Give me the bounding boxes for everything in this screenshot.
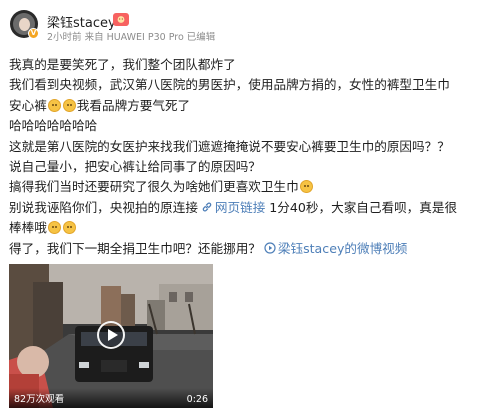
link-icon	[202, 202, 212, 212]
video-link[interactable]: 梁钰stacey的微博视频	[261, 240, 408, 256]
text-line: 说自己量小，把安心裤让给同事了的原因吗？	[9, 158, 261, 174]
level-badge-icon	[113, 13, 129, 26]
text-line: 得了，我们下一期全捐卫生巾吧？还能挪用？ 梁钰stacey的微博视频	[9, 239, 471, 259]
post-meta: 2小时前 来自 HUAWEI P30 Pro 已编辑	[47, 32, 216, 43]
text-line: 这就是第八医院的女医护来找我们遮遮掩掩说不要安心裤要卫生巾的原因吗？？	[9, 138, 450, 154]
text-segment: 别说我诬陷你们，央视拍的原连接	[9, 199, 198, 215]
smile-emoji-icon	[62, 221, 76, 235]
text-segment: 1分40秒，大家自己看呗，真是很	[265, 199, 458, 215]
text-line: 别说我诬陷你们，央视拍的原连接 网页链接 1分40秒，大家自己看呗，真是很	[9, 198, 471, 218]
video-player[interactable]: 82万次观看 0:26	[9, 264, 213, 408]
text-segment: 安心裤	[9, 97, 47, 113]
play-icon[interactable]	[97, 321, 125, 349]
vip-badge-icon: V	[28, 28, 39, 39]
video-link-label: 梁钰stacey的微博视频	[277, 240, 408, 256]
text-segment: 棒棒哦	[9, 220, 47, 236]
text-segment: 得了，我们下一期全捐卫生巾吧？还能挪用？	[9, 240, 261, 256]
text-line: 安心裤 我看品牌方要气死了	[9, 96, 471, 116]
smile-emoji-icon	[62, 98, 76, 112]
text-line: 我真的是要笑死了，我们整个团队都炸了	[9, 57, 236, 72]
video-duration: 0:26	[186, 394, 208, 405]
text-line: 棒棒哦	[9, 218, 471, 238]
smile-emoji-icon	[47, 98, 61, 112]
smile-emoji-icon	[299, 180, 313, 194]
post-content: 我真的是要笑死了，我们整个团队都炸了 我们看到央视频，武汉第八医院的男医护，使用…	[9, 55, 471, 259]
smile-emoji-icon	[47, 221, 61, 235]
text-segment: 我看品牌方要气死了	[76, 97, 191, 113]
text-line: 哈哈哈哈哈哈哈	[9, 118, 98, 134]
view-count: 82万次观看	[14, 394, 65, 405]
text-line: 我们看到央视频，武汉第八医院的男医护，使用品牌方捐的，女性的裤型卫生巾	[9, 77, 450, 93]
text-line: 搞得我们当时还要研究了很久为啥她们更喜欢卫生巾	[9, 177, 471, 197]
web-link-label: 网页链接	[214, 199, 266, 215]
post-header: V 梁钰stacey 2小时前 来自 HUAWEI P30 Pro 已编辑	[10, 10, 470, 43]
web-link[interactable]: 网页链接	[198, 200, 265, 215]
text-segment: 搞得我们当时还要研究了很久为啥她们更喜欢卫生巾	[9, 179, 299, 195]
video-link-icon	[264, 241, 276, 254]
